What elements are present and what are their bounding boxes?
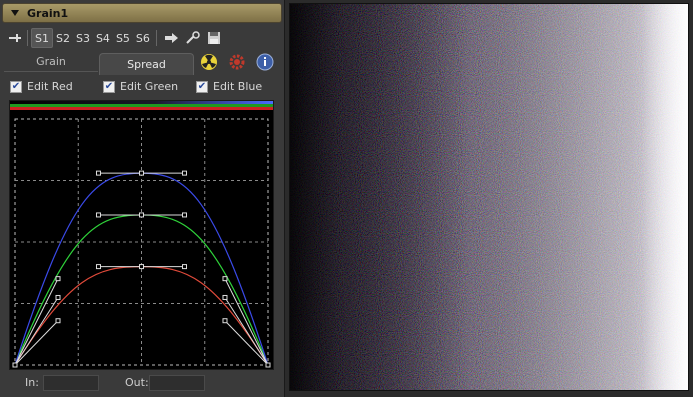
tab-grain[interactable]: Grain [4,52,98,72]
control-point [139,212,144,218]
radiation-icon[interactable] [200,53,218,71]
in-field[interactable] [43,375,99,391]
control-point [12,362,18,368]
info-icon[interactable] [256,53,274,71]
control-point [222,318,228,324]
control-point [182,170,188,176]
slot-button-s4[interactable]: S4 [93,28,113,48]
tool-panel: Grain1 S1 S2 S3 S4 S5 S6 Grain Spread ✔ … [0,0,285,397]
control-point [139,264,144,270]
out-label: Out: [125,376,149,389]
control-point [265,362,271,368]
out-field[interactable] [149,375,205,391]
in-label: In: [25,376,39,389]
collapse-arrow-icon[interactable] [11,10,19,16]
arrow-right-icon[interactable] [160,28,182,48]
toolbar-separator [27,30,28,46]
tab-spread[interactable]: Spread [99,53,194,75]
spline-canvas[interactable] [10,101,281,369]
blue-ramp-bar [10,101,273,104]
pick-icon[interactable] [182,28,204,48]
handle-line-left-green [14,297,59,366]
handle-line-left-red [14,320,59,366]
toolbar-separator [155,30,157,46]
control-point [182,264,188,270]
handle-line-right-blue [224,278,269,366]
graph-grid [14,118,269,366]
grain-preview-image [290,4,688,390]
control-point [222,294,228,300]
control-point [95,212,101,218]
version-toolbar: S1 S2 S3 S4 S5 S6 [4,27,282,49]
image-viewer[interactable] [289,3,689,391]
slot-button-s1[interactable]: S1 [31,28,53,48]
control-point [55,276,61,282]
checkmark-icon[interactable]: ✔ [103,80,115,93]
edit-red-label: Edit Red [27,80,73,93]
edit-red-checkbox[interactable]: ✔ Edit Red [10,80,73,93]
control-point [55,294,61,300]
spline-graph[interactable] [9,100,281,370]
control-point [95,264,101,270]
tab-bar: Grain Spread [4,52,282,75]
handle-line-right-green [224,297,269,366]
edit-blue-label: Edit Blue [213,80,263,93]
channel-checkboxes: ✔ Edit Red ✔ Edit Green ✔ Edit Blue [10,80,280,96]
checkmark-icon[interactable]: ✔ [196,80,208,93]
slot-button-s6[interactable]: S6 [133,28,153,48]
gear-icon[interactable] [228,53,246,71]
save-icon[interactable] [204,28,224,48]
green-ramp-bar [10,104,273,107]
control-point [95,170,101,176]
slot-button-s3[interactable]: S3 [73,28,93,48]
red-ramp-bar [10,107,273,110]
slot-button-s5[interactable]: S5 [113,28,133,48]
control-point [55,318,61,324]
control-point [139,170,144,176]
edit-green-label: Edit Green [120,80,179,93]
edit-blue-checkbox[interactable]: ✔ Edit Blue [196,80,262,93]
handle-line-right-red [224,320,269,366]
slot-button-s2[interactable]: S2 [53,28,73,48]
pin-icon[interactable] [4,28,24,48]
node-header[interactable]: Grain1 [2,3,282,23]
control-point [182,212,188,218]
handle-line-left-blue [14,278,59,366]
in-out-fields: In: Out: [25,375,275,391]
control-point [222,276,228,282]
checkmark-icon[interactable]: ✔ [10,80,22,93]
node-title: Grain1 [27,6,69,20]
edit-green-checkbox[interactable]: ✔ Edit Green [103,80,178,93]
